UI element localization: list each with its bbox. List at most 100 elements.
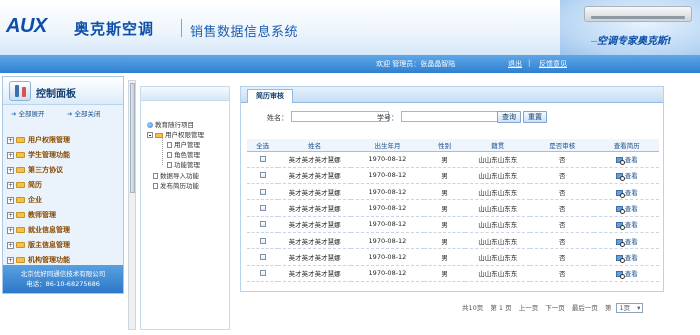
expand-plus-icon: + xyxy=(7,151,14,159)
gender-cell: 男 xyxy=(423,232,466,250)
view-resume-link[interactable]: 查看 xyxy=(615,156,638,166)
view-resume-link[interactable]: 查看 xyxy=(615,270,638,280)
gender-cell: 男 xyxy=(423,183,466,201)
expand-plus-icon: + xyxy=(7,166,14,174)
query-button[interactable]: 查询 xyxy=(497,111,521,123)
name-column-header: 姓名 xyxy=(278,139,352,152)
globe-icon xyxy=(147,122,153,128)
row-checkbox[interactable] xyxy=(259,172,266,179)
reviewed-cell: 否 xyxy=(529,183,595,201)
student-id-input[interactable] xyxy=(401,111,507,122)
view-resume-link[interactable]: 查看 xyxy=(615,221,638,231)
view-resume-link[interactable]: 查看 xyxy=(615,254,638,263)
menu-item-moderator-info[interactable]: + 版主信息管理 xyxy=(7,238,123,253)
folder-icon xyxy=(16,242,25,248)
search-form: 姓名： 学号： 查询 重置 xyxy=(241,111,663,125)
birth-cell: 1970-08-12 xyxy=(351,151,424,168)
welcome-text: 欢迎 管理员：张晶晶智陆 xyxy=(376,60,456,68)
origin-cell: 山山东山东东 xyxy=(465,183,530,201)
view-resume-cell: 查看 xyxy=(594,199,659,217)
expand-plus-icon: + xyxy=(7,196,14,204)
prev-page-link[interactable]: 上一页 xyxy=(519,304,539,312)
menu-item-user-permissions[interactable]: + 用户权限管理 xyxy=(7,133,123,148)
document-icon xyxy=(167,152,172,158)
last-page-link[interactable]: 最后一页 xyxy=(572,304,598,312)
expand-plus-icon: + xyxy=(7,226,14,234)
reset-button[interactable]: 重置 xyxy=(523,111,547,123)
select-all-header[interactable]: 全选 xyxy=(247,139,279,152)
row-checkbox[interactable] xyxy=(259,221,266,228)
expand-plus-icon: + xyxy=(7,181,14,189)
collapse-all-link[interactable]: ➜ 全部关闭 xyxy=(67,108,100,118)
table-row: 英才英才英才慧娜 1970-08-12 男山山东山东东否 查看 xyxy=(247,216,659,233)
view-document-icon xyxy=(615,238,625,247)
folder-icon xyxy=(16,197,25,203)
next-page-link[interactable]: 下一页 xyxy=(545,304,565,312)
page-select[interactable]: 1页 ▾ xyxy=(616,303,644,313)
folder-icon xyxy=(16,212,25,218)
expand-all-link[interactable]: ➜ 全部展开 xyxy=(11,108,44,118)
row-checkbox[interactable] xyxy=(259,188,266,195)
arrow-right-icon: ➜ xyxy=(11,110,17,118)
tree-node-data-import[interactable]: 数据导入功能 xyxy=(153,170,199,180)
view-resume-cell: 查看 xyxy=(594,232,659,250)
panel-scrollbar[interactable] xyxy=(128,80,136,330)
control-panel: 控制面板 ➜ 全部展开 ➜ 全部关闭 + 用户权限管理 + 学生管理功能 + 第三方协议 … xyxy=(2,76,124,294)
tab-resume-review[interactable]: 简历审核 xyxy=(247,89,293,103)
promo-banner: 一空调专家奥克斯! xyxy=(560,0,700,55)
folder-icon xyxy=(16,257,25,263)
gender-cell: 男 xyxy=(423,265,466,282)
row-checkbox[interactable] xyxy=(259,270,266,277)
feedback-link[interactable]: 反馈意见 xyxy=(539,59,567,69)
logout-link[interactable]: 退出 xyxy=(508,59,522,69)
view-resume-cell: 查看 xyxy=(594,248,659,266)
menu-item-employment-info[interactable]: + 就业信息管理 xyxy=(7,223,123,238)
row-checkbox[interactable] xyxy=(259,237,266,244)
reviewed-cell: 否 xyxy=(529,151,595,168)
tree-connector xyxy=(162,137,163,165)
view-resume-link[interactable]: 查看 xyxy=(615,205,638,215)
brand-logo: AUX xyxy=(6,15,47,37)
origin-cell: 山山东山东东 xyxy=(465,265,530,282)
current-page: 第 1 页 xyxy=(490,304,512,312)
view-resume-link[interactable]: 查看 xyxy=(615,238,638,247)
tree-node-function-management[interactable]: 功能管理 xyxy=(167,159,200,169)
menu-item-resume[interactable]: + 简历 xyxy=(7,178,123,193)
gender-cell: 男 xyxy=(423,199,466,217)
menu-item-enterprise[interactable]: + 企业 xyxy=(7,193,123,208)
tree-node-user-management[interactable]: 用户管理 xyxy=(167,139,200,149)
company-info: 北京优好同通信技术有限公司 电话：86-10-68275686 xyxy=(3,265,123,293)
table-row: 英才英才英才慧娜 1970-08-12 男山山东山东东否 查看 xyxy=(247,248,659,266)
tree-node-user-permissions[interactable]: 用户权限管理 xyxy=(147,129,204,139)
gender-cell: 男 xyxy=(423,151,466,168)
menu-item-third-party-agreement[interactable]: + 第三方协议 xyxy=(7,163,123,178)
document-icon xyxy=(153,173,158,179)
reviewed-cell: 否 xyxy=(529,232,595,250)
view-resume-link[interactable]: 查看 xyxy=(615,189,638,198)
goto-label: 第 xyxy=(604,304,612,312)
status-separator: | xyxy=(528,59,531,67)
origin-cell: 山山东山东东 xyxy=(465,216,530,233)
menu-item-teacher-management[interactable]: + 教师管理 xyxy=(7,208,123,223)
system-title: 销售数据信息系统 xyxy=(190,25,299,40)
name-cell: 英才英才英才慧娜 xyxy=(278,232,352,250)
reviewed-cell: 否 xyxy=(529,216,595,233)
row-checkbox[interactable] xyxy=(259,156,266,163)
folder-icon xyxy=(16,182,25,188)
name-label: 姓名： xyxy=(267,114,288,122)
expand-plus-icon: + xyxy=(7,241,14,249)
tree-node-publish-resume[interactable]: 发布简历功能 xyxy=(153,180,199,190)
view-document-icon xyxy=(615,222,625,231)
name-cell: 英才英才英才慧娜 xyxy=(278,248,352,266)
origin-cell: 山山东山东东 xyxy=(465,232,530,250)
name-input[interactable] xyxy=(291,111,389,122)
tree-root[interactable]: 教育随行项目 xyxy=(147,119,194,129)
scrollbar-thumb[interactable] xyxy=(130,83,135,193)
view-resume-link[interactable]: 查看 xyxy=(615,172,638,182)
origin-cell: 山山东山东东 xyxy=(465,248,530,266)
row-checkbox[interactable] xyxy=(259,205,266,212)
tree-node-role-management[interactable]: 角色管理 xyxy=(167,149,200,159)
birth-cell: 1970-08-12 xyxy=(351,248,424,266)
row-checkbox[interactable] xyxy=(259,253,266,260)
menu-item-student-management[interactable]: + 学生管理功能 xyxy=(7,148,123,163)
